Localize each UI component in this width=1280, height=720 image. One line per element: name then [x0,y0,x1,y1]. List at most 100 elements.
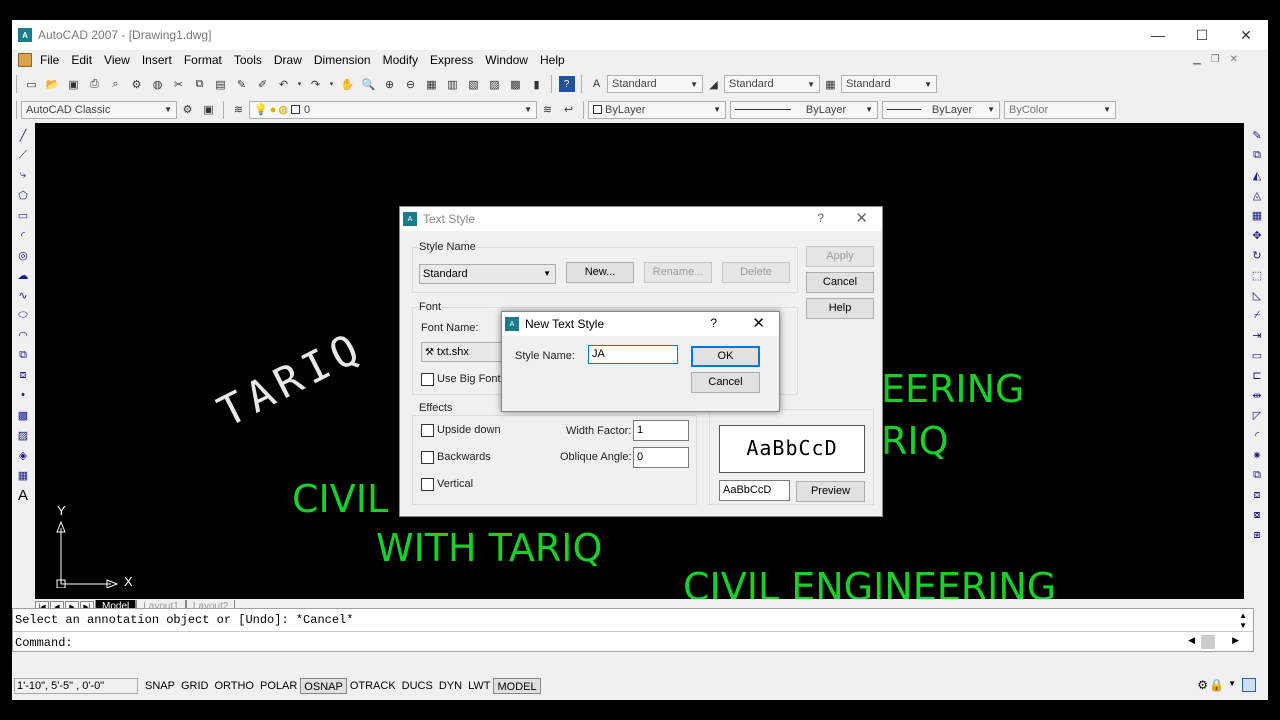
ducs-toggle[interactable]: DUCS [399,678,436,694]
explode-icon[interactable]: ✷ [1249,447,1265,463]
osnap-toggle[interactable]: OSNAP [300,678,347,694]
drawing-text-eering[interactable]: EERING [881,367,1025,411]
vertical-checkbox[interactable] [421,478,434,491]
arc-icon[interactable]: ◜ [15,227,31,243]
scale-icon[interactable]: ⬚ [1249,267,1265,283]
zoom-previous-icon[interactable]: ⊖ [403,76,419,92]
font-name-dropdown[interactable]: ⚒ txt.shx [421,342,511,362]
extend-icon[interactable]: ⇥ [1249,327,1265,343]
style-name-dropdown[interactable]: Standard ▼ [419,264,556,284]
draw-order-icon[interactable]: ⧉ [1249,467,1265,483]
width-factor-input[interactable]: 1 [633,420,689,441]
dialog-close-icon[interactable]: ✕ [855,209,868,227]
close-button[interactable]: ✕ [1224,20,1268,50]
send-to-back-icon[interactable]: ⧇ [1249,507,1265,523]
erase-icon[interactable]: ✎ [1249,127,1265,143]
linetype-combo[interactable]: ByLayer ▼ [730,100,878,119]
command-window[interactable]: Select an annotation object or [Undo]: *… [12,608,1254,652]
spline-icon[interactable]: ∿ [15,287,31,303]
tool-palettes-icon[interactable]: ▧ [466,76,482,92]
plot-icon[interactable]: ⎙ [87,76,103,92]
hatch-icon[interactable]: ▩ [15,407,31,423]
help-icon[interactable]: ? [558,76,575,92]
scroll-thumb[interactable] [1201,635,1215,649]
zoom-window-icon[interactable]: ⊕ [382,76,398,92]
use-big-font-checkbox[interactable] [421,373,434,386]
document-icon[interactable] [18,53,32,67]
table-icon[interactable]: ▦ [15,467,31,483]
lock-toolbar-icon[interactable]: 🔒 [1209,678,1224,692]
drawing-text-tariq[interactable]: TARIQ [210,322,372,437]
paste-icon[interactable]: ▤ [213,76,229,92]
menu-express[interactable]: Express [424,53,479,67]
pan-icon[interactable]: ✋ [340,76,356,92]
fillet-icon[interactable]: ◜ [1249,427,1265,443]
make-current-layer-icon[interactable]: ≋ [540,102,556,118]
revision-cloud-icon[interactable]: ☁ [15,267,31,283]
gradient-icon[interactable]: ▨ [15,427,31,443]
new-file-icon[interactable]: ▭ [24,76,40,92]
publish-icon[interactable]: ⚙ [129,76,145,92]
construction-line-icon[interactable]: ⟋ [15,147,31,163]
apply-button[interactable]: Apply [806,246,874,267]
mirror-icon[interactable]: ◭ [1249,167,1265,183]
drawing-text-civil[interactable]: CIVIL [292,477,388,521]
polygon-icon[interactable]: ⬠ [15,187,31,203]
doc-restore-icon[interactable]: ❐ [1211,54,1220,65]
line-icon[interactable]: ╱ [15,127,31,143]
oblique-angle-input[interactable]: 0 [633,447,689,468]
menu-tools[interactable]: Tools [228,53,268,67]
block-editor-icon[interactable]: ✐ [255,76,271,92]
region-icon[interactable]: ◈ [15,447,31,463]
scroll-up-icon[interactable]: ▲ [1239,611,1247,620]
status-menu-icon[interactable]: ▼ [1228,679,1236,688]
properties-icon[interactable]: ▦ [424,76,440,92]
layer-previous-icon[interactable]: ↩ [561,102,577,118]
command-prompt[interactable]: Command: [13,631,1253,653]
help-question-icon[interactable]: ? [710,316,717,330]
plotstyle-combo[interactable]: ByColor ▼ [1004,100,1116,119]
new-style-name-input[interactable]: JA [588,345,678,364]
offset-icon[interactable]: ◬ [1249,187,1265,203]
my-workspace-icon[interactable]: ▣ [201,102,217,118]
lwt-toggle[interactable]: LWT [465,678,493,694]
bring-above-icon[interactable]: ⧆ [1249,527,1265,543]
open-file-icon[interactable]: 📂 [45,76,61,92]
dim-style-combo[interactable]: Standard ▼ [724,75,820,93]
markup-icon[interactable]: ▩ [508,76,524,92]
sheet-set-icon[interactable]: ▨ [487,76,503,92]
undo-dropdown-icon[interactable]: ▾ [297,76,303,92]
text-style-combo[interactable]: Standard ▼ [607,75,703,93]
save-icon[interactable]: ▣ [66,76,82,92]
move-icon[interactable]: ✥ [1249,227,1265,243]
redo-icon[interactable]: ↷ [308,76,324,92]
point-icon[interactable]: • [15,387,31,403]
maximize-button[interactable]: ☐ [1180,20,1224,50]
upside-down-checkbox[interactable] [421,424,434,437]
break-at-point-icon[interactable]: ▭ [1249,347,1265,363]
communication-center-icon[interactable]: ⚙ [1197,678,1208,692]
menu-window[interactable]: Window [479,53,534,67]
cut-icon[interactable]: ✂ [171,76,187,92]
polar-toggle[interactable]: POLAR [257,678,300,694]
zoom-realtime-icon[interactable]: 🔍 [361,76,377,92]
drawing-text-civil-engineering[interactable]: CIVIL ENGINEERING [683,565,1056,599]
new-style-button[interactable]: New... [566,262,634,283]
lineweight-combo[interactable]: ByLayer ▼ [882,100,1000,119]
text-style-icon[interactable]: A [589,76,605,92]
menu-dimension[interactable]: Dimension [308,53,377,67]
menu-draw[interactable]: Draw [268,53,308,67]
menu-modify[interactable]: Modify [377,53,424,67]
clean-screen-icon[interactable] [1242,678,1256,692]
polyline-icon[interactable]: ⤷ [15,167,31,183]
copy-icon[interactable]: ⧉ [192,76,208,92]
layer-combo[interactable]: 💡 ● ◍ 0 ▼ [249,100,537,119]
multiline-text-icon[interactable]: A [15,487,31,504]
join-icon[interactable]: ⇹ [1249,387,1265,403]
menu-view[interactable]: View [98,53,136,67]
coordinate-readout[interactable]: 1'-10", 5'-5" , 0'-0" [14,678,138,694]
break-icon[interactable]: ⊏ [1249,367,1265,383]
table-style-icon[interactable]: ▦ [823,76,839,92]
model-toggle[interactable]: MODEL [493,678,541,694]
doc-close-icon[interactable]: ✕ [1230,54,1238,65]
